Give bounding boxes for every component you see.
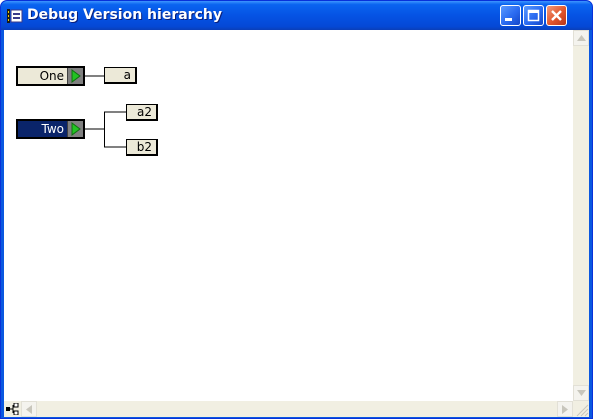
- arrow-down-icon: [576, 390, 586, 396]
- node-label: One: [39, 69, 64, 83]
- arrow-right-icon: [562, 404, 568, 414]
- hierarchy-canvas[interactable]: One a Two a2 b2: [4, 30, 573, 401]
- horizontal-scrollbar[interactable]: [4, 401, 573, 417]
- hierarchy-leaf-a2[interactable]: a2: [126, 104, 158, 121]
- close-button[interactable]: [546, 5, 567, 26]
- hierarchy-icon: [6, 403, 19, 415]
- scroll-down-button[interactable]: [573, 385, 589, 401]
- minimize-button[interactable]: [500, 5, 521, 26]
- expand-arrow-icon[interactable]: [67, 68, 83, 84]
- maximize-button[interactable]: [523, 5, 544, 26]
- resize-grip-icon: [576, 404, 589, 417]
- window-title: Debug Version hierarchy: [27, 7, 222, 23]
- minimize-icon: [505, 18, 512, 21]
- client-area: One a Two a2 b2: [4, 30, 589, 417]
- maximize-icon: [527, 9, 540, 22]
- title-bar[interactable]: Debug Version hierarchy: [1, 1, 592, 30]
- hierarchy-leaf-b2[interactable]: b2: [126, 139, 158, 156]
- hierarchy-tool-button[interactable]: [4, 401, 20, 417]
- app-icon: [7, 9, 23, 23]
- hierarchy-node-one[interactable]: One: [16, 66, 85, 86]
- hierarchy-node-two[interactable]: Two: [16, 119, 85, 139]
- connector-lines: [85, 75, 126, 148]
- scroll-right-button[interactable]: [557, 401, 573, 417]
- scroll-left-button[interactable]: [21, 401, 37, 417]
- resize-grip[interactable]: [573, 401, 589, 417]
- hierarchy-leaf-a[interactable]: a: [104, 67, 137, 84]
- vertical-scrollbar[interactable]: [573, 30, 589, 401]
- close-icon: [551, 10, 562, 21]
- node-label: Two: [18, 121, 67, 137]
- arrow-up-icon: [576, 35, 586, 41]
- scroll-up-button[interactable]: [573, 30, 589, 46]
- arrow-left-icon: [26, 404, 32, 414]
- debug-window: Debug Version hierarchy One a Two a2 b2: [0, 0, 593, 419]
- expand-arrow-icon[interactable]: [67, 121, 83, 137]
